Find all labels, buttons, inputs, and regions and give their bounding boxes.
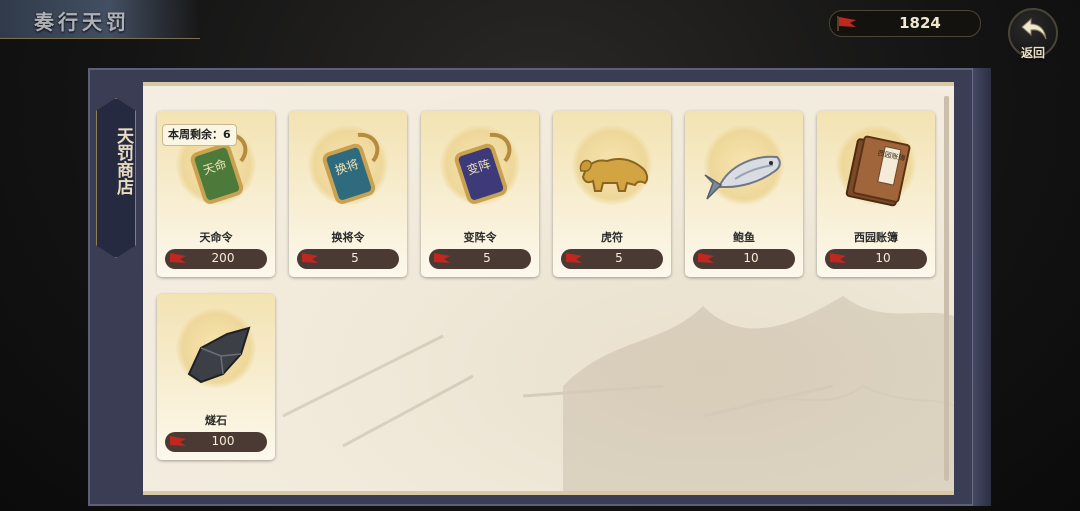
flint-stone-icon — [187, 326, 251, 384]
currency-amount: 1824 — [899, 14, 941, 32]
item-price-value: 200 — [211, 251, 235, 265]
item-price: 5 — [429, 249, 531, 269]
scrollbar-thumb[interactable] — [944, 96, 949, 481]
item-price-value: 10 — [875, 251, 891, 265]
item-price-value: 5 — [351, 251, 359, 265]
frame-right-border — [972, 68, 991, 506]
fish-icon — [704, 155, 781, 200]
shop-item-suishi[interactable]: 燧石 100 — [157, 294, 275, 460]
back-button[interactable]: 返回 — [1008, 8, 1058, 60]
page-title: 奏行天罚 — [34, 10, 130, 34]
bianzhen-token-icon: 变阵 — [454, 132, 512, 204]
tiger-tally-icon — [579, 158, 649, 192]
red-flag-icon — [698, 253, 714, 263]
item-name: 虎符 — [601, 231, 623, 244]
item-price-value: 10 — [743, 251, 759, 265]
red-flag-icon — [302, 253, 318, 263]
ledger-book-icon: 西园账簿 — [845, 135, 911, 207]
item-name: 变阵令 — [463, 231, 497, 244]
shop-item-xiyuan-zhangbu[interactable]: 西园账簿 西园账簿 10 — [817, 111, 935, 277]
back-button-label: 返回 — [1020, 46, 1045, 60]
item-name: 鲍鱼 — [733, 231, 755, 244]
item-name: 燧石 — [205, 414, 227, 427]
shop-item-bianzhen[interactable]: 变阵 变阵令 5 — [421, 111, 539, 277]
shop-label-text: 天罚商店 — [113, 127, 133, 195]
red-flag-icon — [566, 253, 582, 263]
shop-item-hufu[interactable]: 虎符 5 — [553, 111, 671, 277]
item-price: 200 — [165, 249, 267, 269]
shop-label: 天罚商店 — [96, 98, 136, 258]
item-price-value: 5 — [483, 251, 491, 265]
item-price: 5 — [297, 249, 399, 269]
title-banner: 奏行天罚 — [0, 0, 200, 39]
item-name: 换将令 — [331, 231, 365, 244]
red-flag-icon — [434, 253, 450, 263]
red-flag-icon — [170, 253, 186, 263]
item-name: 天命令 — [199, 231, 233, 244]
currency-display: 1824 — [829, 10, 981, 37]
item-price: 10 — [693, 249, 795, 269]
item-price-value: 5 — [615, 251, 623, 265]
huanjiang-token-icon: 换将 — [322, 132, 380, 204]
back-arrow-icon — [1021, 17, 1047, 40]
shop-item-huanjiang[interactable]: 换将 换将令 5 — [289, 111, 407, 277]
weekly-remaining-tooltip: 本周剩余：6 — [162, 124, 237, 146]
red-flag-icon — [170, 436, 186, 446]
item-price: 100 — [165, 432, 267, 452]
item-price-value: 100 — [211, 434, 235, 448]
item-price: 10 — [825, 249, 927, 269]
item-price: 5 — [561, 249, 663, 269]
shop-item-baoyu[interactable]: 鲍鱼 10 — [685, 111, 803, 277]
item-name: 西园账簿 — [854, 231, 898, 244]
red-flag-icon — [830, 253, 846, 263]
red-flag-icon — [837, 16, 856, 31]
